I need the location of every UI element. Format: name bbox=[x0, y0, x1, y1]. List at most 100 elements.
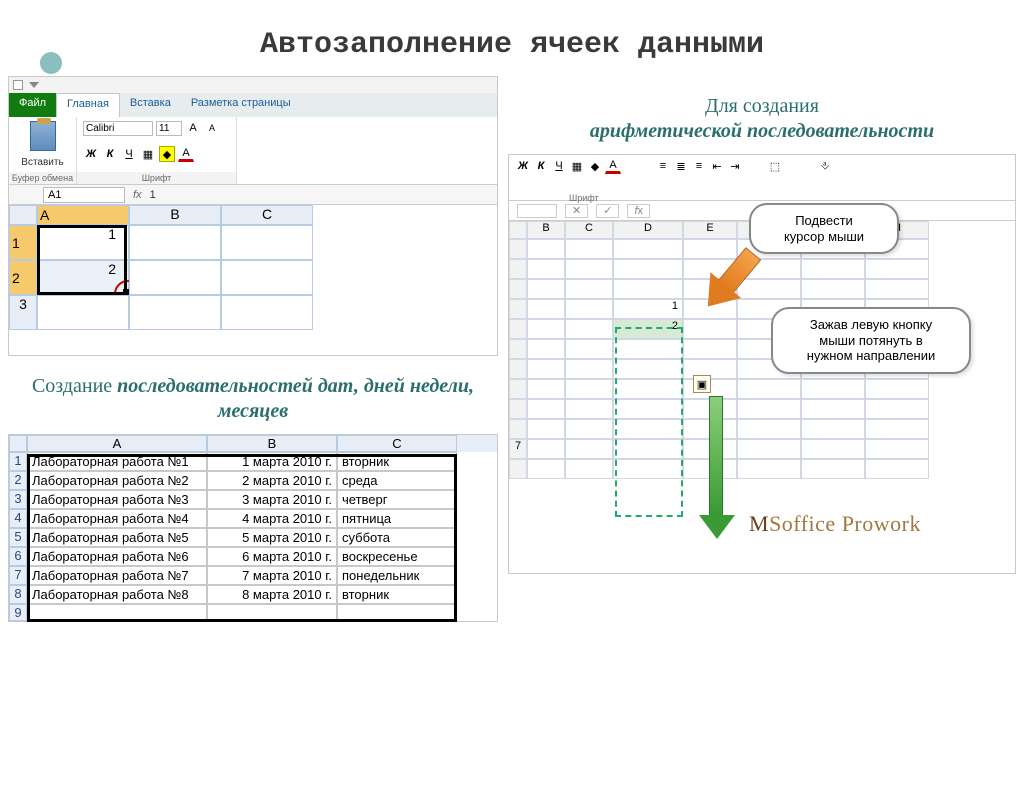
cell[interactable] bbox=[527, 459, 565, 479]
cell[interactable] bbox=[565, 299, 613, 319]
row-header[interactable]: 1 bbox=[9, 452, 27, 471]
cell[interactable] bbox=[613, 259, 683, 279]
cell[interactable] bbox=[565, 399, 613, 419]
row-header-3[interactable]: 3 bbox=[9, 295, 37, 330]
cell[interactable]: 2 марта 2010 г. bbox=[207, 471, 337, 490]
row-header[interactable] bbox=[509, 339, 527, 359]
cell[interactable]: среда bbox=[337, 471, 457, 490]
cell[interactable]: вторник bbox=[337, 585, 457, 604]
cell[interactable]: Лабораторная работа №8 bbox=[27, 585, 207, 604]
cell[interactable] bbox=[801, 279, 865, 299]
select-all-corner[interactable] bbox=[9, 205, 37, 225]
paste-icon[interactable] bbox=[30, 121, 56, 151]
row-header[interactable]: 5 bbox=[9, 528, 27, 547]
cell[interactable] bbox=[737, 419, 801, 439]
cell-a3[interactable] bbox=[37, 295, 129, 330]
cell[interactable]: 1 марта 2010 г. bbox=[207, 452, 337, 471]
row-header[interactable] bbox=[509, 239, 527, 259]
row-header-1[interactable]: 1 bbox=[9, 225, 37, 260]
cell-b2[interactable] bbox=[129, 260, 221, 295]
qat-save-icon[interactable] bbox=[13, 80, 23, 90]
underline-button[interactable]: Ч bbox=[551, 158, 567, 174]
tab-file[interactable]: Файл bbox=[9, 93, 56, 117]
cell[interactable] bbox=[683, 339, 737, 359]
cell[interactable] bbox=[527, 359, 565, 379]
fx-icon[interactable]: fx bbox=[627, 204, 650, 218]
cell[interactable]: 3 марта 2010 г. bbox=[207, 490, 337, 509]
row-header[interactable] bbox=[509, 279, 527, 299]
cell[interactable]: понедельник bbox=[337, 566, 457, 585]
table-row[interactable]: 3Лабораторная работа №33 марта 2010 г.че… bbox=[9, 490, 497, 509]
grow-font-icon[interactable]: A bbox=[185, 120, 201, 136]
cell[interactable] bbox=[737, 399, 801, 419]
cell[interactable] bbox=[801, 259, 865, 279]
col-header-c[interactable]: C bbox=[337, 435, 457, 452]
table-row[interactable]: 1Лабораторная работа №11 марта 2010 г.вт… bbox=[9, 452, 497, 471]
cancel-icon[interactable]: ✕ bbox=[565, 204, 588, 218]
cell[interactable] bbox=[801, 439, 865, 459]
merge-cells-icon[interactable]: ⬚ bbox=[767, 158, 783, 174]
cell[interactable] bbox=[865, 439, 929, 459]
italic-button[interactable]: К bbox=[533, 158, 549, 174]
col-header-d[interactable]: D bbox=[613, 221, 683, 239]
cell[interactable] bbox=[865, 279, 929, 299]
cell[interactable]: вторник bbox=[337, 452, 457, 471]
align-center-icon[interactable]: ≣ bbox=[673, 158, 689, 174]
cell-a2[interactable]: 2 Маркер заполнения bbox=[37, 260, 129, 295]
row-header[interactable]: 4 bbox=[9, 509, 27, 528]
bold-button[interactable]: Ж bbox=[515, 158, 531, 174]
table-row[interactable]: 7Лабораторная работа №77 марта 2010 г.по… bbox=[9, 566, 497, 585]
table-row[interactable]: 5Лабораторная работа №55 марта 2010 г.су… bbox=[9, 528, 497, 547]
cell[interactable] bbox=[613, 279, 683, 299]
name-box[interactable] bbox=[517, 204, 557, 218]
cell[interactable] bbox=[527, 299, 565, 319]
row-header[interactable] bbox=[509, 399, 527, 419]
cell[interactable] bbox=[565, 379, 613, 399]
cell[interactable]: Лабораторная работа №6 bbox=[27, 547, 207, 566]
row-header[interactable] bbox=[509, 459, 527, 479]
tab-home[interactable]: Главная bbox=[56, 93, 120, 117]
col-header-e[interactable]: E bbox=[683, 221, 737, 239]
font-size-select[interactable]: 11 bbox=[156, 121, 182, 136]
cell[interactable] bbox=[207, 604, 337, 621]
cell[interactable] bbox=[565, 459, 613, 479]
cell[interactable] bbox=[737, 279, 801, 299]
row-header[interactable] bbox=[509, 379, 527, 399]
row-header[interactable] bbox=[509, 419, 527, 439]
font-name-select[interactable]: Calibri bbox=[83, 121, 153, 136]
cell[interactable] bbox=[865, 259, 929, 279]
table-row[interactable]: 6Лабораторная работа №66 марта 2010 г.во… bbox=[9, 547, 497, 566]
cell-c1[interactable] bbox=[221, 225, 313, 260]
cell[interactable]: Лабораторная работа №2 bbox=[27, 471, 207, 490]
cell[interactable]: Лабораторная работа №1 bbox=[27, 452, 207, 471]
italic-button[interactable]: К bbox=[102, 146, 118, 162]
border-button[interactable]: ▦ bbox=[140, 146, 156, 162]
align-left-icon[interactable]: ≡ bbox=[655, 158, 671, 174]
tab-insert[interactable]: Вставка bbox=[120, 93, 181, 117]
row-header[interactable]: 8 bbox=[9, 585, 27, 604]
indent-decrease-icon[interactable]: ⇤ bbox=[709, 158, 725, 174]
cell[interactable]: 6 марта 2010 г. bbox=[207, 547, 337, 566]
indent-increase-icon[interactable]: ⇥ bbox=[727, 158, 743, 174]
select-all-corner[interactable] bbox=[9, 435, 27, 452]
cell-b1[interactable] bbox=[129, 225, 221, 260]
cell[interactable] bbox=[527, 439, 565, 459]
col-header-a[interactable]: A bbox=[27, 435, 207, 452]
col-header-b[interactable]: B bbox=[207, 435, 337, 452]
cell[interactable] bbox=[565, 319, 613, 339]
cell[interactable] bbox=[565, 359, 613, 379]
row-header[interactable]: 6 bbox=[9, 547, 27, 566]
row-header[interactable] bbox=[509, 259, 527, 279]
row-header[interactable]: 7 bbox=[9, 566, 27, 585]
name-box[interactable]: A1 bbox=[43, 187, 125, 203]
row-header[interactable]: 2 bbox=[9, 471, 27, 490]
cell[interactable] bbox=[865, 459, 929, 479]
align-right-icon[interactable]: ≡ bbox=[691, 158, 707, 174]
cell[interactable] bbox=[737, 379, 801, 399]
table-row[interactable]: 4Лабораторная работа №44 марта 2010 г.пя… bbox=[9, 509, 497, 528]
cell[interactable] bbox=[527, 279, 565, 299]
cell[interactable] bbox=[527, 419, 565, 439]
cell[interactable] bbox=[865, 379, 929, 399]
cell[interactable]: Лабораторная работа №5 bbox=[27, 528, 207, 547]
col-header-b[interactable]: B bbox=[129, 205, 221, 225]
